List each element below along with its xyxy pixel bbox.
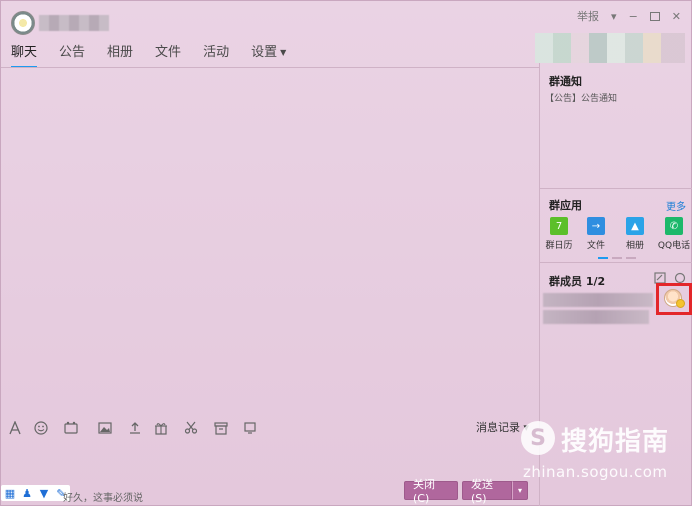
folder-icon: → [587,217,605,235]
emoji-icon[interactable] [33,420,49,436]
more-tools-icon[interactable] [239,420,263,436]
apps-title: 群应用 [549,199,582,212]
archive-icon[interactable] [213,420,229,436]
app-group-calendar[interactable]: 7 群日历 [543,217,575,251]
apps-more-link[interactable]: 更多 [666,198,686,213]
tab-announcement[interactable]: 公告 [59,41,85,68]
app-album[interactable]: ▲ 相册 [619,217,651,251]
pager-dot-active[interactable] [598,257,608,259]
app-files[interactable]: → 文件 [580,217,612,251]
group-avatar[interactable] [11,11,35,35]
close-button[interactable]: 关闭(C) [404,478,458,505]
font-icon[interactable] [7,420,23,436]
member-name-blurred[interactable] [543,293,653,307]
report-button[interactable]: 举报 [577,8,599,24]
gift-icon[interactable] [153,420,169,436]
group-name-blurred [39,15,109,31]
group-apps-section: 群应用 更多 7 群日历 → 文件 ▲ 相册 ✆ QQ电话 [540,189,692,263]
vip-emoji-icon[interactable] [59,420,83,436]
keyboard-icon[interactable]: ▦ [3,486,17,500]
window-menu-button[interactable]: ▾ [611,10,617,23]
notice-title: 群通知 [549,75,582,88]
watermark-brand: 搜狗指南 [561,427,670,457]
window-controls: 举报 ▾ − ✕ [577,8,681,24]
user-icon[interactable]: ♟ [20,486,34,500]
pager-dot[interactable] [612,257,622,259]
phone-icon: ✆ [665,217,683,235]
upload-icon[interactable] [127,420,143,436]
members-title: 群成员 1/2 [549,275,606,288]
settings-caret-icon: ▼ [280,48,287,57]
group-nav-tabs: 聊天 公告 相册 文件 活动 设置 ▼ [11,41,308,68]
image-icon[interactable] [93,420,117,436]
sogou-watermark: S 搜狗指南 zhinan.sogou.com [521,421,691,491]
input-tip-text: 好久，这事必须说 [63,493,143,504]
apps-pager [598,257,636,259]
group-banner-blurred [535,33,685,63]
member-name-blurred[interactable] [543,310,649,324]
qq-group-chat-window: 举报 ▾ − ✕ 聊天 公告 相册 文件 活动 设置▼ 消息记录 ▾ ▦ [0,0,692,506]
send-button[interactable]: 发送(S) [462,478,512,505]
shirt-icon[interactable]: ▼ [37,486,51,500]
tab-files[interactable]: 文件 [155,41,181,68]
sogou-logo-icon: S [521,421,555,455]
input-toolbar: 消息记录 ▾ [7,419,537,437]
screenshot-icon[interactable] [179,420,203,436]
message-input[interactable] [1,441,539,477]
bottom-action-row: ▦ ♟ ▼ ✎ 好久，这事必须说 关闭(C) 发送(S) ▾ [1,478,539,506]
tab-chat[interactable]: 聊天 [11,41,38,68]
maximize-button[interactable] [649,11,660,21]
taskbar-mini-icons: ▦ ♟ ▼ ✎ [1,485,70,501]
notice-text[interactable]: 【公告】公告通知 [545,91,617,104]
minimize-button[interactable]: − [629,10,638,23]
photo-icon: ▲ [626,217,644,235]
chat-message-area[interactable] [1,68,539,413]
pager-dot[interactable] [626,257,636,259]
highlight-annotation-box [656,283,692,315]
close-window-button[interactable]: ✕ [672,10,681,23]
tab-activity[interactable]: 活动 [203,41,229,68]
tab-album[interactable]: 相册 [107,41,133,68]
calendar-icon: 7 [550,217,568,235]
app-qq-call[interactable]: ✆ QQ电话 [656,217,692,251]
group-notice-section: 群通知 【公告】公告通知 [540,63,692,189]
watermark-url: zhinan.sogou.com [523,463,668,481]
title-bar: 举报 ▾ − ✕ [1,1,691,37]
tab-settings[interactable]: 设置 ▼ [251,41,286,68]
